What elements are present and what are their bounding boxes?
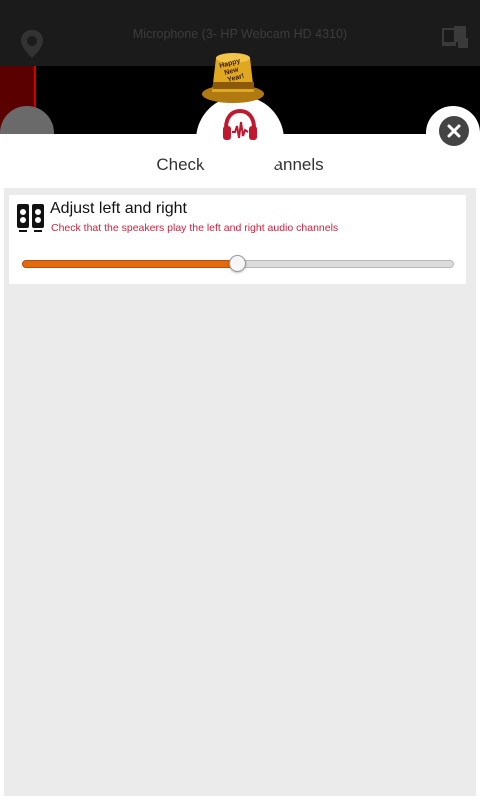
devices-icon[interactable]: [440, 24, 470, 50]
party-hat-icon: Happy New Year!: [202, 53, 264, 103]
device-title: Microphone (3- HP Webcam HD 4310): [132, 27, 348, 41]
card-title: Adjust left and right: [50, 200, 187, 217]
slider-thumb[interactable]: [229, 255, 246, 272]
headphones-icon: [223, 108, 257, 140]
balance-slider[interactable]: [22, 255, 454, 273]
slider-fill: [22, 260, 238, 268]
close-button[interactable]: [439, 116, 469, 146]
close-icon: [447, 124, 461, 138]
card-subtitle: Check that the speakers play the left an…: [51, 222, 339, 234]
speakers-icon: [17, 204, 44, 232]
